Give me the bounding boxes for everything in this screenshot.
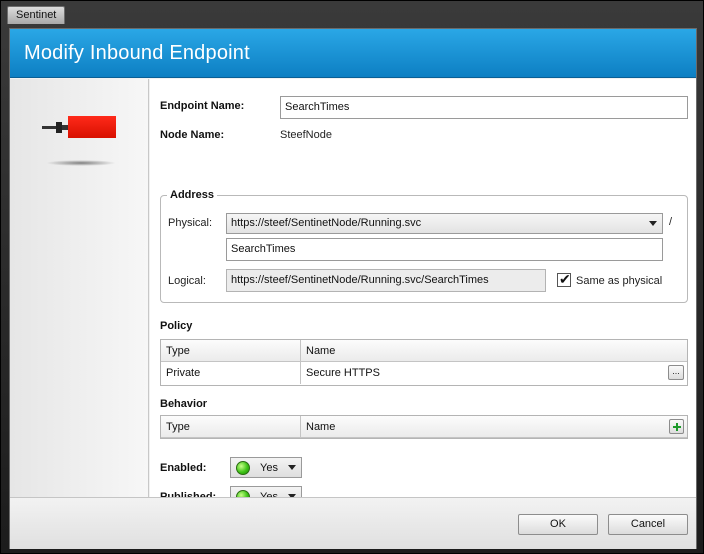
ok-button[interactable]: OK [518,514,598,535]
address-group-title: Address [167,189,218,201]
physical-address-value: https://steef/SentinetNode/Running.svc [231,217,422,229]
policy-row-type: Private [166,367,201,379]
chevron-down-icon [649,221,657,226]
policy-title: Policy [160,320,193,332]
policy-col-type: Type [166,345,190,357]
address-path-input[interactable]: SearchTimes [226,238,663,261]
endpoint-name-label: Endpoint Name: [160,100,245,112]
policy-grid-header: Type Name [161,340,687,362]
modify-endpoint-dialog: Modify Inbound Endpoint Endpoint Name: S… [9,28,697,549]
address-group: Address Physical: https://steef/Sentinet… [160,189,688,303]
checkmark-icon: ✔ [559,271,571,287]
behavior-grid: Type Name [160,415,688,439]
add-behavior-button[interactable] [669,419,684,434]
address-separator: / [669,216,673,228]
chevron-down-icon [288,465,296,470]
enabled-value: Yes [260,462,278,474]
dialog-title: Modify Inbound Endpoint [24,42,250,64]
left-icon-pane [10,79,149,497]
app-title-tab: Sentinet [7,6,66,24]
logical-address-field: https://steef/SentinetNode/Running.svc/S… [226,269,546,292]
endpoint-plug-icon [42,116,122,166]
dialog-header: Modify Inbound Endpoint [10,29,696,78]
green-status-icon [236,461,250,475]
policy-col-name: Name [306,345,336,357]
table-row[interactable]: Private Secure HTTPS ... [161,362,687,384]
same-as-physical-checkbox[interactable]: ✔ [557,271,571,287]
policy-grid: Type Name Private Secure HTTPS ... [160,339,688,386]
policy-row-name: Secure HTTPS [306,367,380,379]
same-as-physical-label: Same as physical [576,275,663,287]
policy-browse-button[interactable]: ... [668,365,684,380]
behavior-col-name: Name [306,421,336,433]
dialog-content: Endpoint Name: SearchTimes Node Name: St… [150,79,696,507]
enabled-dropdown[interactable]: Yes [230,457,302,478]
behavior-grid-header: Type Name [161,416,687,438]
cancel-button[interactable]: Cancel [608,514,688,535]
node-name-value: SteefNode [280,129,332,141]
endpoint-name-input[interactable]: SearchTimes [280,96,688,119]
dialog-footer: OK Cancel [10,497,696,549]
behavior-title: Behavior [160,398,208,410]
node-name-label: Node Name: [160,129,225,141]
logical-label: Logical: [168,275,206,287]
physical-address-dropdown[interactable]: https://steef/SentinetNode/Running.svc [226,213,663,234]
physical-label: Physical: [168,217,213,229]
enabled-label: Enabled: [160,462,207,474]
application-window: Sentinet Modify Inbound Endpoint Endpoin… [0,0,704,554]
behavior-col-type: Type [166,421,190,433]
